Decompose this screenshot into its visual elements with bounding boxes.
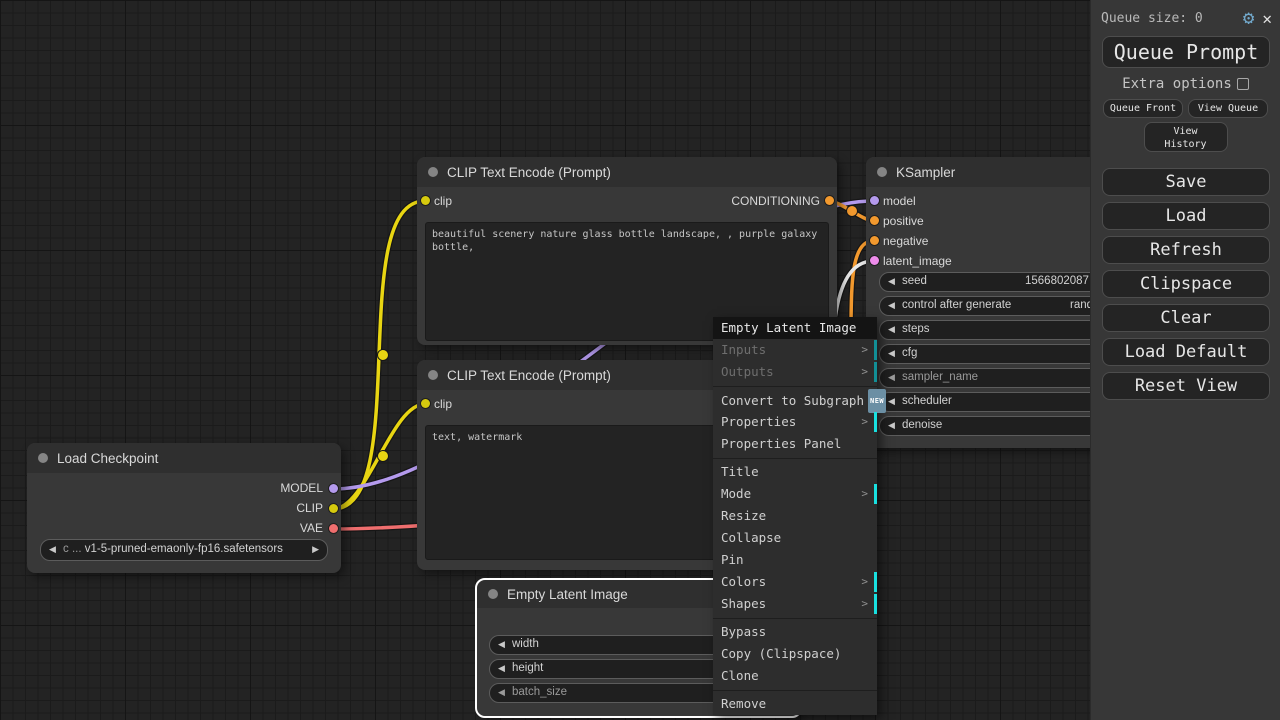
view-queue-button[interactable]: View Queue: [1188, 99, 1268, 118]
refresh-button[interactable]: Refresh: [1102, 236, 1270, 264]
collapse-dot-icon[interactable]: [428, 370, 438, 380]
menu-item-outputs: Outputs >: [713, 361, 877, 383]
save-button[interactable]: Save: [1102, 168, 1270, 196]
menu-item-shapes[interactable]: Shapes >: [713, 593, 877, 615]
input-label-negative: negative: [883, 234, 929, 248]
clear-button[interactable]: Clear: [1102, 304, 1270, 332]
decrement-arrow-icon[interactable]: ◀: [498, 663, 505, 674]
node-title: Empty Latent Image: [507, 586, 628, 602]
extra-options-label: Extra options: [1122, 76, 1232, 92]
menu-item-colors[interactable]: Colors >: [713, 571, 877, 593]
submenu-arrow-icon: >: [861, 365, 868, 378]
collapse-dot-icon[interactable]: [428, 167, 438, 177]
context-menu-title: Empty Latent Image: [713, 317, 877, 339]
input-label-clip: clip: [434, 194, 453, 208]
submenu-bar: [874, 362, 877, 382]
output-label-conditioning: CONDITIONING: [731, 194, 820, 208]
collapse-dot-icon[interactable]: [877, 167, 887, 177]
decrement-arrow-icon[interactable]: ◀: [888, 372, 895, 383]
decrement-arrow-icon[interactable]: ◀: [888, 420, 895, 431]
port-model-input[interactable]: [870, 196, 879, 205]
menu-item-inputs: Inputs >: [713, 339, 877, 361]
menu-item-resize[interactable]: Resize: [713, 505, 877, 527]
port-vae-output[interactable]: [329, 524, 338, 533]
next-value-arrow-icon[interactable]: ▶: [312, 544, 319, 555]
decrement-arrow-icon[interactable]: ◀: [888, 324, 895, 335]
load-default-button[interactable]: Load Default: [1102, 338, 1270, 366]
port-clip-output[interactable]: [329, 504, 338, 513]
menu-item-convert-to-subgraph[interactable]: Convert to Subgraph NEW: [713, 389, 887, 413]
port-clip-input[interactable]: [421, 196, 430, 205]
decrement-arrow-icon[interactable]: ◀: [888, 300, 895, 311]
input-label-clip: clip: [434, 397, 453, 411]
settings-gear-icon[interactable]: ⚙: [1243, 9, 1254, 28]
port-model-output[interactable]: [329, 484, 338, 493]
menu-separator: [713, 690, 877, 691]
queue-sidebar: Queue size: 0 ⚙ ✕ Queue Prompt Extra opt…: [1090, 0, 1280, 720]
decrement-arrow-icon[interactable]: ◀: [888, 348, 895, 359]
submenu-arrow-icon: >: [861, 415, 868, 428]
output-label-model: MODEL: [280, 481, 323, 495]
reset-view-button[interactable]: Reset View: [1102, 372, 1270, 400]
node-title: KSampler: [896, 164, 956, 180]
node-title: CLIP Text Encode (Prompt): [447, 367, 611, 383]
decrement-arrow-icon[interactable]: ◀: [498, 687, 505, 698]
node-context-menu: Empty Latent Image Inputs > Outputs > Co…: [713, 317, 887, 715]
extra-options-checkbox[interactable]: [1236, 78, 1249, 90]
decrement-arrow-icon[interactable]: ◀: [888, 396, 895, 407]
port-positive-input[interactable]: [870, 216, 879, 225]
menu-separator: [713, 458, 877, 459]
close-icon[interactable]: ✕: [1262, 10, 1272, 27]
submenu-arrow-icon: >: [861, 487, 868, 500]
input-label-model: model: [883, 194, 916, 208]
port-negative-input[interactable]: [870, 236, 879, 245]
view-history-button[interactable]: View History: [1143, 122, 1228, 152]
widget-ckpt-name[interactable]: ◀ c ... v1-5-pruned-emaonly-fp16.safeten…: [40, 539, 328, 561]
node-title-bar[interactable]: Load Checkpoint: [27, 443, 341, 473]
output-label-vae: VAE: [299, 521, 323, 535]
collapse-dot-icon[interactable]: [38, 453, 48, 463]
menu-separator: [713, 386, 877, 387]
port-latent-image-input[interactable]: [870, 256, 879, 265]
port-clip-input[interactable]: [421, 399, 430, 408]
menu-item-pin[interactable]: Pin: [713, 549, 877, 571]
menu-item-properties[interactable]: Properties >: [713, 411, 877, 433]
port-conditioning-output[interactable]: [825, 196, 834, 205]
output-label-clip: CLIP: [296, 501, 323, 515]
decrement-arrow-icon[interactable]: ◀: [888, 276, 895, 287]
menu-item-copy-clipspace[interactable]: Copy (Clipspace): [713, 643, 877, 665]
node-load-checkpoint[interactable]: Load Checkpoint MODEL CLIP VAE ◀ c ... v…: [27, 443, 341, 573]
decrement-arrow-icon[interactable]: ◀: [498, 639, 505, 650]
queue-size-label: Queue size: 0: [1101, 11, 1203, 26]
menu-item-clone[interactable]: Clone: [713, 665, 877, 687]
input-label-latent-image: latent_image: [883, 254, 952, 268]
queue-prompt-button[interactable]: Queue Prompt: [1102, 36, 1270, 68]
menu-item-mode[interactable]: Mode >: [713, 483, 877, 505]
input-label-positive: positive: [883, 214, 924, 228]
new-badge: NEW: [868, 389, 887, 413]
submenu-bar: [874, 594, 877, 614]
menu-item-remove[interactable]: Remove: [713, 693, 877, 715]
menu-item-bypass[interactable]: Bypass: [713, 621, 877, 643]
load-button[interactable]: Load: [1102, 202, 1270, 230]
submenu-arrow-icon: >: [861, 343, 868, 356]
collapse-dot-icon[interactable]: [488, 589, 498, 599]
menu-separator: [713, 618, 877, 619]
menu-item-properties-panel[interactable]: Properties Panel: [713, 433, 877, 455]
submenu-bar: [874, 572, 877, 592]
submenu-bar: [874, 340, 877, 360]
submenu-bar: [874, 484, 877, 504]
ckpt-name-value: v1-5-pruned-emaonly-fp16.safetensors: [84, 543, 283, 555]
node-title: CLIP Text Encode (Prompt): [447, 164, 611, 180]
node-title: Load Checkpoint: [57, 450, 159, 466]
submenu-arrow-icon: >: [861, 597, 868, 610]
clipspace-button[interactable]: Clipspace: [1102, 270, 1270, 298]
submenu-bar: [874, 412, 877, 432]
menu-item-collapse[interactable]: Collapse: [713, 527, 877, 549]
prev-value-arrow-icon[interactable]: ◀: [49, 544, 56, 555]
submenu-arrow-icon: >: [861, 575, 868, 588]
queue-front-button[interactable]: Queue Front: [1103, 99, 1183, 118]
node-title-bar[interactable]: CLIP Text Encode (Prompt): [417, 157, 837, 187]
menu-item-title[interactable]: Title: [713, 461, 877, 483]
